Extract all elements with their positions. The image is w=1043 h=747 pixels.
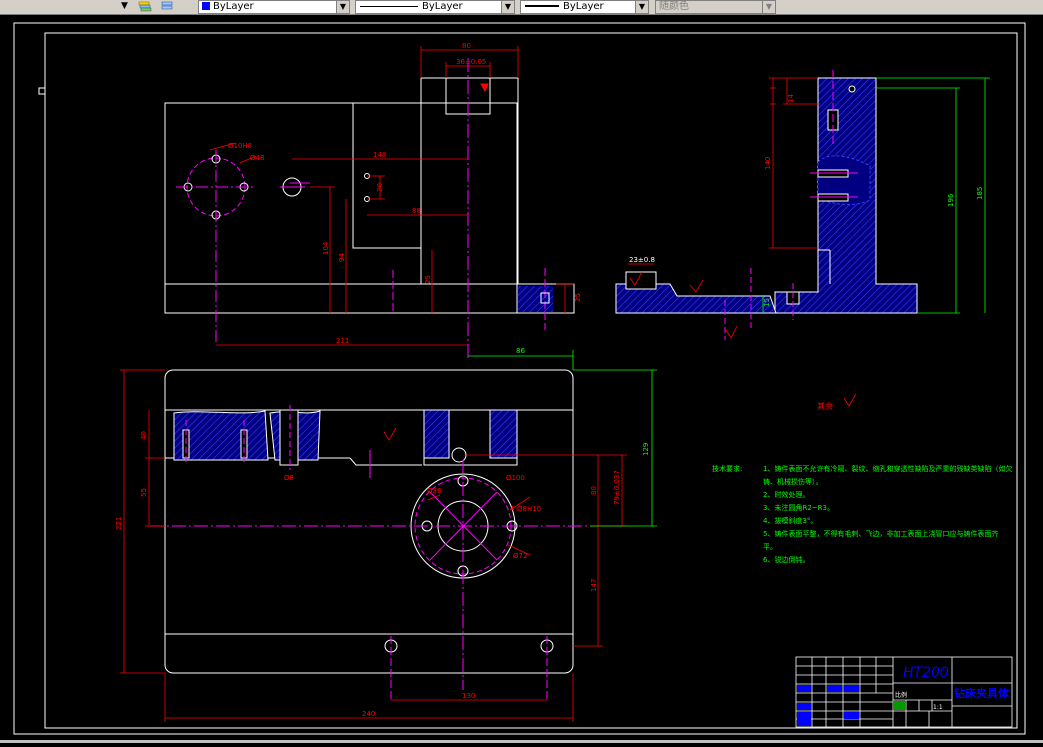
tech-req-item: 4、拔模斜度3°。 (763, 516, 817, 525)
plan-view (150, 369, 590, 700)
chevron-down-icon: ▼ (762, 1, 775, 13)
chevron-down-icon[interactable]: ▼ (635, 1, 648, 13)
title-drawing-name: 钻床夹具体 (954, 686, 1010, 700)
dim-55: 55 (140, 488, 148, 497)
color-combo-value: ByLayer (213, 1, 254, 12)
properties-toolbar: ▼ ByLayer ▼ ByLayer ▼ ByLayer ▼ 随颜色 ▼ (0, 0, 1043, 15)
dim-88: 88 (412, 207, 421, 215)
side-view-dimensions (628, 77, 820, 265)
tech-req-item: 2、时效处理。 (763, 490, 809, 499)
dim-20: 20 (376, 183, 384, 192)
tech-req-item: 3、未注圆角R2~R3。 (763, 503, 834, 512)
dim-phi100: Ø100 (506, 474, 525, 482)
dim-129: 129 (642, 443, 650, 456)
dropdown-arrow-icon[interactable]: ▼ (121, 0, 128, 13)
color-swatch-icon (202, 2, 210, 10)
grip-marker[interactable] (38, 87, 46, 95)
title-scale-value: 1:1 (933, 704, 943, 711)
dim-140: 140 (764, 157, 772, 170)
dim-phi36: Ø36 (427, 487, 442, 495)
linetype-sample-icon (360, 5, 418, 7)
tech-req-item: 5、铸件表面平整，不得有毛刺、飞边，非加工表面上浇冒口应与铸件表面齐 (763, 529, 998, 538)
dim-15: 15 (763, 298, 771, 307)
lineweight-sample-icon (525, 5, 559, 7)
layer-stack-icon[interactable] (138, 0, 152, 12)
tech-req-item: 铸、机械损伤等）。 (763, 477, 823, 486)
dim-221: 221 (115, 517, 123, 530)
dim-4-phi8h10: 4-Ø8H10 (510, 505, 541, 513)
chevron-down-icon[interactable]: ▼ (501, 1, 514, 13)
dim-25b: 25 (574, 293, 582, 302)
dim-240: 240 (362, 710, 375, 718)
dim-36: 36±0.05 (456, 58, 486, 66)
dim-phi8: Ø8 (284, 474, 294, 482)
lineweight-control-combo[interactable]: ByLayer ▼ (520, 0, 649, 14)
roughness-note: 其余 (817, 401, 833, 411)
dim-148: 148 (373, 151, 386, 159)
dim-104: 104 (322, 241, 330, 255)
dim-phi48: Ø48 (250, 154, 264, 162)
title-scale-label: 比例 (895, 691, 907, 699)
drawing-canvas[interactable]: 80 36±0.05 Ø10H8 Ø48 148 20 88 104 94 25… (0, 15, 1043, 743)
plotstyle-combo-value: 随颜色 (659, 1, 689, 12)
dim-79: 79±0.037 (613, 470, 621, 505)
dim-phi72: Ø72 (513, 552, 527, 560)
front-view (164, 58, 575, 360)
dim-14: 14 (787, 94, 795, 103)
dim-80-plan: 80 (590, 486, 598, 495)
dim-211: 211 (336, 337, 349, 345)
dim-25a: 25 (424, 275, 432, 284)
tech-req-item: 1、铸件表面不允许有冷隔、裂纹、缩孔和穿透性缺陷及严重的残缺类缺陷（如欠 (763, 464, 1012, 473)
dim-40: 40 (140, 431, 148, 440)
title-material: HT200 (903, 665, 949, 681)
chevron-down-icon[interactable]: ▼ (336, 1, 349, 13)
lineweight-combo-value: ByLayer (563, 1, 604, 12)
dim-80: 80 (462, 42, 471, 50)
color-control-combo[interactable]: ByLayer ▼ (198, 0, 350, 14)
dim-147: 147 (590, 579, 598, 592)
title-block-fills (797, 685, 905, 726)
plotstyle-control-combo: 随颜色 ▼ (655, 0, 776, 14)
layer-previous-icon[interactable] (160, 0, 174, 12)
tech-req-item: 6、锐边倒钝。 (763, 555, 809, 564)
dim-130: 130 (462, 692, 475, 700)
dim-phi10h8: Ø10H8 (228, 142, 252, 150)
plan-view-dim-texts: 86 129 40 55 221 80 79±0.037 147 130 240… (115, 347, 650, 718)
linetype-control-combo[interactable]: ByLayer ▼ (355, 0, 515, 14)
side-view-dim-texts: 14 140 196 185 23±0.8 15 (629, 94, 984, 307)
roughness-symbols-plan (383, 427, 397, 441)
tech-req-title: 技术要求: (712, 464, 742, 473)
dim-86: 86 (516, 347, 525, 355)
technical-requirements: 技术要求: 1、铸件表面不允许有冷隔、裂纹、缩孔和穿透性缺陷及严重的残缺类缺陷（… (712, 464, 1012, 564)
dim-23: 23±0.8 (629, 256, 655, 264)
dim-185: 185 (976, 187, 984, 200)
tech-req-item: 平。 (763, 543, 777, 551)
dim-94: 94 (338, 253, 346, 262)
dim-196: 196 (947, 193, 955, 207)
linetype-combo-value: ByLayer (422, 1, 463, 12)
